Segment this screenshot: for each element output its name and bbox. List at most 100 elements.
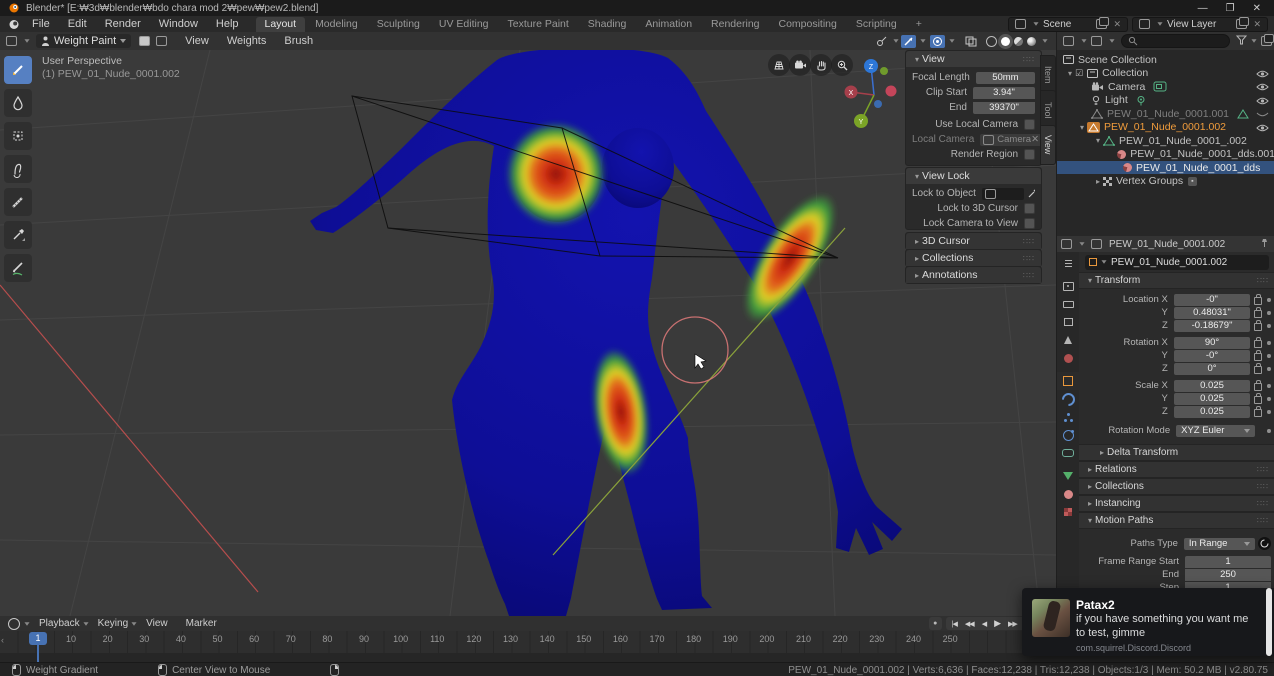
scene-selector[interactable]: Scene ✕ <box>1008 17 1128 32</box>
expander-icon[interactable]: ▾ <box>1093 136 1103 145</box>
panel-drag-handle-icon[interactable]: ∷∷ <box>1023 254 1035 263</box>
delta-transform-panel-header[interactable]: ▸ Delta Transform <box>1079 444 1274 461</box>
workspace-tab-scripting[interactable]: Scripting <box>847 17 906 32</box>
timeline-menu-playback[interactable]: Playback <box>30 618 89 629</box>
n-panel-collections[interactable]: ▸ Collections ∷∷ <box>905 249 1042 267</box>
animate-dot[interactable] <box>1267 384 1271 388</box>
local-camera-field[interactable]: Camera ✕ <box>980 134 1042 146</box>
remove-view-layer-icon[interactable]: ✕ <box>1250 19 1264 30</box>
panel-drag-handle-icon[interactable]: ∷∷ <box>1257 516 1269 525</box>
animate-dot[interactable] <box>1267 298 1271 302</box>
rotation-x-field[interactable]: 90° <box>1174 337 1250 349</box>
clip-start-field[interactable]: 3.94" <box>973 87 1035 99</box>
timeline-menu-marker[interactable]: Marker <box>177 618 226 629</box>
outliner-row-mesh-data[interactable]: ▾ PEW_01_Nude_0001_.002 <box>1057 134 1274 147</box>
unlink-scene-icon[interactable]: ✕ <box>1110 19 1124 30</box>
view-layer-selector[interactable]: View Layer ✕ <box>1132 17 1268 32</box>
animate-dot[interactable] <box>1267 429 1271 433</box>
scale-x-field[interactable]: 0.025 <box>1174 380 1250 392</box>
new-scene-icon[interactable] <box>1096 19 1107 29</box>
properties-tab-data[interactable] <box>1057 467 1079 485</box>
workspace-tab-rendering[interactable]: Rendering <box>702 17 768 32</box>
scale-y-field[interactable]: 0.025 <box>1174 393 1250 405</box>
n-panel-tab-tool[interactable]: Tool <box>1040 90 1056 130</box>
material-shading-icon[interactable] <box>1014 37 1023 46</box>
eyedropper-icon[interactable] <box>1027 188 1035 199</box>
lock-icon[interactable] <box>1254 340 1262 348</box>
render-region-checkbox[interactable] <box>1024 149 1035 160</box>
expander-icon[interactable]: ▾ <box>1065 69 1075 78</box>
eye-open-icon[interactable] <box>1256 96 1269 108</box>
tool-average-button[interactable] <box>4 122 32 150</box>
instancing-panel-header[interactable]: ▸ Instancing ∷∷ <box>1079 495 1274 512</box>
tool-smear-button[interactable] <box>4 155 32 183</box>
outliner-row-light[interactable]: Light <box>1057 94 1274 107</box>
zoom-view-button[interactable] <box>831 54 853 76</box>
properties-tab-render[interactable] <box>1057 277 1079 295</box>
collection-checkbox[interactable]: ☑ <box>1075 68 1083 79</box>
menu-help[interactable]: Help <box>207 18 248 30</box>
frame-end-field[interactable]: 250 <box>1185 569 1271 581</box>
animate-dot[interactable] <box>1267 341 1271 345</box>
camera-view-button[interactable] <box>789 54 811 76</box>
properties-tab-object[interactable] <box>1057 372 1079 390</box>
menu-window[interactable]: Window <box>150 18 207 30</box>
properties-tab-constraints[interactable] <box>1057 444 1079 462</box>
solid-shading-icon[interactable] <box>1001 37 1010 46</box>
add-workspace-button[interactable]: + <box>907 17 931 32</box>
lock-icon[interactable] <box>1254 366 1262 374</box>
panel-drag-handle-icon[interactable]: ∷∷ <box>1257 499 1269 508</box>
perspective-toggle-button[interactable] <box>768 54 790 76</box>
n-panel-tab-item[interactable]: Item <box>1040 55 1056 95</box>
outliner-row-vertex-groups[interactable]: ▸ Vertex Groups ▪ <box>1057 175 1274 188</box>
lock-icon[interactable] <box>1254 310 1262 318</box>
expander-icon[interactable]: ▸ <box>1093 177 1103 186</box>
object-name-field[interactable]: PEW_01_Nude_0001.002 <box>1085 255 1269 270</box>
play-reverse-button[interactable]: ◀ <box>978 620 990 628</box>
panel-drag-handle-icon[interactable]: ∷∷ <box>1023 55 1035 64</box>
lock-to-object-field[interactable] <box>982 188 1024 200</box>
relations-panel-header[interactable]: ▸ Relations ∷∷ <box>1079 461 1274 478</box>
viewport-3d[interactable]: Z X Y <box>0 50 1056 616</box>
weight-paint-model[interactable] <box>310 50 902 616</box>
gizmo-y-neg[interactable] <box>880 67 888 75</box>
expander-icon[interactable]: ▾ <box>1077 123 1087 132</box>
n-panel-annotations[interactable]: ▸ Annotations ∷∷ <box>905 266 1042 284</box>
blender-logo-icon[interactable] <box>8 19 21 30</box>
frame-start-field[interactable]: 1 <box>1185 556 1271 568</box>
lock-icon[interactable] <box>1254 396 1262 404</box>
properties-tab-texture[interactable] <box>1057 503 1079 521</box>
vertex-mask-icon[interactable] <box>156 36 167 46</box>
pan-view-button[interactable] <box>810 54 832 76</box>
panel-drag-handle-icon[interactable]: ∷∷ <box>1023 271 1035 280</box>
panel-drag-handle-icon[interactable]: ∷∷ <box>1023 237 1035 246</box>
paths-type-dropdown[interactable]: In Range <box>1184 538 1255 550</box>
panel-drag-handle-icon[interactable]: ∷∷ <box>1257 465 1269 474</box>
outliner-row-camera[interactable]: Camera <box>1057 80 1274 93</box>
outliner-id-type-icon[interactable] <box>1091 36 1102 46</box>
tool-blur-button[interactable] <box>4 89 32 117</box>
lock-icon[interactable] <box>1254 409 1262 417</box>
eye-open-icon[interactable] <box>1256 69 1269 81</box>
filter-icon[interactable] <box>1236 32 1247 50</box>
properties-tab-scene[interactable] <box>1057 331 1079 349</box>
wireframe-shading-icon[interactable] <box>986 36 997 47</box>
outliner-row-mesh-002[interactable]: ▾ PEW_01_Nude_0001.002 <box>1057 121 1274 134</box>
outliner-row-mesh-001[interactable]: PEW_01_Nude_0001.001 <box>1057 107 1274 120</box>
outliner-search-field[interactable] <box>1121 34 1230 48</box>
maximize-button[interactable]: ❐ <box>1217 3 1244 14</box>
playhead[interactable] <box>37 645 39 653</box>
properties-tab-world[interactable] <box>1057 349 1079 367</box>
properties-tab-material[interactable] <box>1057 485 1079 503</box>
animate-dot[interactable] <box>1267 324 1271 328</box>
xray-toggle-icon[interactable] <box>963 35 978 48</box>
gizmo-z-neg[interactable] <box>874 100 882 108</box>
focal-length-field[interactable]: 50mm <box>976 72 1035 84</box>
location-x-field[interactable]: -0" <box>1174 294 1250 306</box>
lock-icon[interactable] <box>1254 323 1262 331</box>
properties-tab-view-layer[interactable] <box>1057 313 1079 331</box>
tool-sample-weight-button[interactable] <box>4 221 32 249</box>
animate-dot[interactable] <box>1267 311 1271 315</box>
menu-edit[interactable]: Edit <box>59 18 96 30</box>
rotation-z-field[interactable]: 0° <box>1174 363 1250 375</box>
